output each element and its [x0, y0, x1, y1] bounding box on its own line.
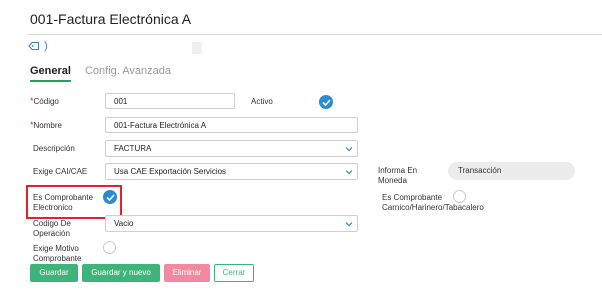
page-title: 001-Factura Electrónica A [30, 11, 192, 27]
activo-label: Activo [251, 97, 273, 106]
tag-icon[interactable] [28, 41, 40, 51]
tab-bar: General Config. Avanzada [30, 65, 171, 82]
exige-cai-label: Exige CAI/CAE [33, 167, 88, 176]
delete-button[interactable]: Eliminar [164, 264, 210, 282]
informa-moneda-label: Informa En Moneda [378, 166, 418, 185]
title-divider [28, 34, 602, 35]
exige-motivo-checkbox[interactable] [103, 241, 116, 254]
es-comprobante-carnico-checkbox[interactable] [453, 190, 466, 203]
tag-row[interactable]: ) [28, 40, 48, 52]
activo-checkbox[interactable] [319, 95, 333, 109]
es-comprobante-carnico-label: Es Comprobante Carnico/Harinero/Tabacale… [382, 193, 484, 212]
codigo-operacion-value: Vacio [114, 219, 134, 228]
codigo-label: *Código [30, 96, 59, 106]
tab-general[interactable]: General [30, 65, 71, 82]
tag-chevron-icon[interactable]: ) [44, 40, 48, 52]
informa-moneda-select[interactable]: Transacción [448, 162, 575, 180]
tag-placeholder [192, 42, 202, 54]
tab-config-avanzada[interactable]: Config. Avanzada [85, 65, 171, 82]
nombre-label: *Nombre [30, 120, 62, 130]
es-comprobante-electronico-checkbox[interactable] [103, 190, 117, 204]
codigo-input[interactable]: 001 [105, 93, 235, 109]
descripcion-label: Descripción [33, 144, 75, 153]
codigo-operacion-select[interactable]: Vacio [105, 215, 358, 232]
save-button[interactable]: Guardar [30, 264, 78, 282]
chevron-down-icon [345, 145, 353, 155]
exige-cai-select[interactable]: Usa CAE Exportación Servicios [105, 163, 358, 180]
chevron-down-icon [345, 168, 353, 178]
descripcion-value: FACTURA [114, 144, 152, 153]
chevron-down-icon [345, 220, 353, 230]
exige-motivo-label: Exige Motivo Comprobante [33, 244, 82, 263]
codigo-operacion-label: Codigo De Operación [33, 219, 71, 238]
descripcion-select[interactable]: FACTURA [105, 140, 358, 157]
exige-cai-value: Usa CAE Exportación Servicios [114, 167, 227, 176]
close-button[interactable]: Cerrar [214, 264, 254, 282]
es-comprobante-electronico-label: Es Comprobante Electronico [33, 193, 94, 212]
save-and-new-button[interactable]: Guardar y nuevo [82, 264, 160, 282]
nombre-input[interactable]: 001-Factura Electrónica A [105, 117, 358, 133]
